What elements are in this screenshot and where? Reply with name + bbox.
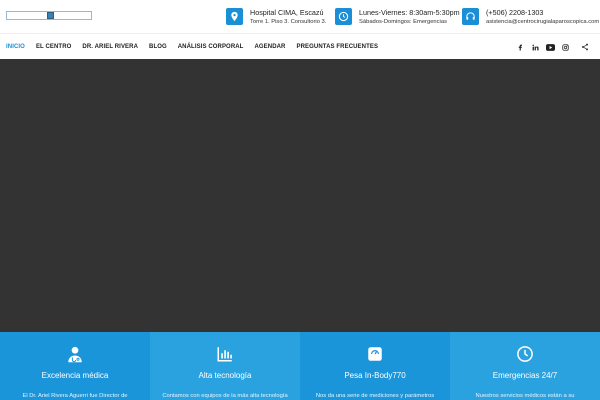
nav-item-analisis-corporal[interactable]: ANÁLISIS CORPORAL: [178, 44, 244, 50]
instagram-icon[interactable]: [558, 40, 573, 55]
feature-card-tecnologia[interactable]: Alta tecnología Contamos con equipos de …: [150, 332, 300, 400]
feature-desc: El Dr. Ariel Rivera Aguerri fue Director…: [22, 393, 128, 399]
location-line2: Torre 1. Piso 3. Consultorio 3.: [250, 19, 327, 25]
nav-item-inicio[interactable]: INICIO: [6, 44, 25, 50]
chart-icon: [217, 347, 232, 362]
feature-title: Pesa In-Body770: [344, 371, 406, 380]
share-icon[interactable]: [577, 40, 592, 55]
feature-desc: Contamos con equipos de la más alta tecn…: [162, 393, 288, 399]
features-strip: Excelencia médica El Dr. Ariel Rivera Ag…: [0, 332, 600, 400]
social-links: [513, 34, 592, 60]
nav-item-blog[interactable]: BLOG: [149, 44, 167, 50]
feature-card-pesa[interactable]: Pesa In-Body770 Nos da una serie de medi…: [300, 332, 450, 400]
map-pin-icon: [226, 8, 243, 25]
feature-desc: Nuestros servicios médicos están a su: [475, 393, 575, 399]
location-line1: Hospital CIMA, Escazú: [250, 8, 324, 17]
clock-icon: [517, 346, 533, 362]
site-logo[interactable]: [6, 11, 92, 20]
feature-desc: Nos da una serie de mediciones y parámet…: [315, 393, 435, 399]
feature-title: Alta tecnología: [198, 371, 252, 380]
feature-card-emergencias[interactable]: Emergencias 24/7 Nuestros servicios médi…: [450, 332, 600, 400]
logo-mark-icon: [47, 12, 54, 19]
nav-item-agendar[interactable]: AGENDAR: [254, 44, 285, 50]
nav-item-el-centro[interactable]: EL CENTRO: [36, 44, 71, 50]
clock-icon: [335, 8, 352, 25]
page: Hospital CIMA, Escazú Torre 1. Piso 3. C…: [0, 0, 600, 400]
main-navigation: INICIO EL CENTRO DR. ARIEL RIVERA BLOG A…: [0, 33, 600, 59]
facebook-icon[interactable]: [513, 40, 528, 55]
hours-line2: Sábados-Domingos: Emergencias: [359, 19, 447, 25]
feature-title: Excelencia médica: [41, 371, 109, 380]
linkedin-icon[interactable]: [528, 40, 543, 55]
top-header: Hospital CIMA, Escazú Torre 1. Piso 3. C…: [0, 0, 600, 33]
feature-title: Emergencias 24/7: [492, 371, 558, 380]
contact-email[interactable]: asistencia@centrocirugialaparoscopica.co…: [486, 19, 599, 25]
headset-icon: [462, 8, 479, 25]
nav-menu: INICIO EL CENTRO DR. ARIEL RIVERA BLOG A…: [6, 34, 389, 60]
hero-slider[interactable]: [0, 59, 600, 332]
hours-line1: Lunes-Viernes: 8:30am-5:30pm: [359, 8, 460, 17]
nav-item-dr-ariel-rivera[interactable]: DR. ARIEL RIVERA: [82, 44, 138, 50]
youtube-icon[interactable]: [543, 40, 558, 55]
feature-card-excelencia[interactable]: Excelencia médica El Dr. Ariel Rivera Ag…: [0, 332, 150, 400]
scale-icon: [368, 347, 382, 361]
nav-item-preguntas-frecuentes[interactable]: PREGUNTAS FRECUENTES: [297, 44, 379, 50]
doctor-icon: [68, 346, 82, 363]
contact-phone[interactable]: (+506) 2208-1303: [486, 8, 543, 17]
